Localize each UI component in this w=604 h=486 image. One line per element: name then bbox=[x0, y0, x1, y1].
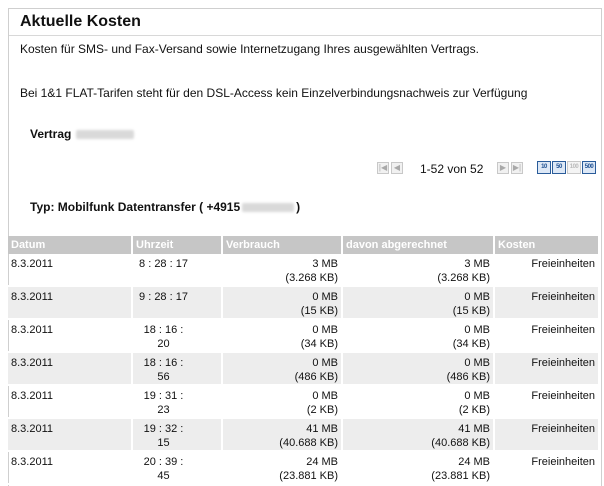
billed-mb: 24 MB bbox=[458, 456, 490, 468]
billed-mb: 0 MB bbox=[464, 291, 490, 303]
cell-usage: 0 MB (2 KB) bbox=[222, 385, 343, 419]
contract-label: Vertrag bbox=[30, 127, 135, 141]
cell-billed: 3 MB (3.268 KB) bbox=[342, 254, 495, 287]
header-verbrauch[interactable]: Verbrauch bbox=[222, 236, 343, 254]
billed-kb: (23.881 KB) bbox=[431, 470, 490, 482]
page-size-50-button[interactable]: 50 bbox=[552, 161, 566, 174]
cell-usage: 3 MB (3.268 KB) bbox=[222, 254, 343, 287]
usage-kb: (34 KB) bbox=[300, 338, 338, 350]
cell-usage: 0 MB (34 KB) bbox=[222, 319, 343, 353]
usage-mb: 0 MB bbox=[312, 357, 338, 369]
cell-cost: Freieinheiten bbox=[494, 254, 598, 287]
billed-kb: (34 KB) bbox=[452, 338, 490, 350]
page-size-500-button[interactable]: 500 bbox=[582, 161, 596, 174]
cell-time: 19 : 31 : 23 bbox=[132, 385, 223, 419]
table-row: 8.3.2011 20 : 39 : 45 24 MB (23.881 KB) 2… bbox=[8, 451, 598, 485]
cell-cost: Freieinheiten bbox=[494, 451, 598, 485]
cell-billed: 41 MB (40.688 KB) bbox=[342, 418, 495, 452]
flat-tariff-note: Bei 1&1 FLAT-Tarifen steht für den DSL-A… bbox=[20, 86, 528, 100]
cell-usage: 41 MB (40.688 KB) bbox=[222, 418, 343, 452]
first-page-icon[interactable]: |◀ bbox=[377, 162, 389, 174]
billed-kb: (3.268 KB) bbox=[437, 272, 490, 284]
header-abgerechnet[interactable]: davon abgerechnet bbox=[342, 236, 495, 254]
title-divider bbox=[9, 35, 601, 36]
usage-kb: (23.881 KB) bbox=[279, 470, 338, 482]
table-row: 8.3.2011 18 : 16 : 20 0 MB (34 KB) 0 MB (3… bbox=[8, 319, 598, 353]
billed-mb: 0 MB bbox=[464, 324, 490, 336]
cell-cost: Freieinheiten bbox=[494, 385, 598, 419]
cell-time: 19 : 32 : 15 bbox=[132, 418, 223, 452]
header-datum[interactable]: Datum bbox=[8, 236, 133, 254]
pager-range: 1-52 von 52 bbox=[420, 162, 484, 176]
cell-time: 8 : 28 : 17 bbox=[132, 254, 223, 287]
usage-kb: (3.268 KB) bbox=[285, 272, 338, 284]
billed-kb: (15 KB) bbox=[452, 305, 490, 317]
usage-mb: 3 MB bbox=[312, 258, 338, 270]
usage-kb: (40.688 KB) bbox=[279, 437, 338, 449]
cell-time: 18 : 16 : 20 bbox=[132, 319, 223, 353]
cell-date: 8.3.2011 bbox=[8, 352, 133, 386]
intro-text: Kosten für SMS- und Fax-Versand sowie In… bbox=[20, 42, 479, 56]
usage-mb: 0 MB bbox=[312, 324, 338, 336]
cell-time: 9 : 28 : 17 bbox=[132, 286, 223, 320]
cell-billed: 0 MB (2 KB) bbox=[342, 385, 495, 419]
next-page-icon[interactable]: ▶ bbox=[497, 162, 509, 174]
contract-label-text: Vertrag bbox=[30, 127, 72, 141]
cell-cost: Freieinheiten bbox=[494, 319, 598, 353]
cell-cost: Freieinheiten bbox=[494, 352, 598, 386]
cell-usage: 0 MB (486 KB) bbox=[222, 352, 343, 386]
usage-kb: (15 KB) bbox=[300, 305, 338, 317]
table-row: 8.3.2011 19 : 31 : 23 0 MB (2 KB) 0 MB (2 … bbox=[8, 385, 598, 419]
cell-usage: 24 MB (23.881 KB) bbox=[222, 451, 343, 485]
cell-cost: Freieinheiten bbox=[494, 286, 598, 320]
usage-table: Datum Uhrzeit Verbrauch davon abgerechne… bbox=[8, 236, 598, 485]
redacted-phone-number bbox=[242, 203, 295, 213]
table-header-row: Datum Uhrzeit Verbrauch davon abgerechne… bbox=[8, 236, 598, 254]
cell-cost: Freieinheiten bbox=[494, 418, 598, 452]
cell-billed: 24 MB (23.881 KB) bbox=[342, 451, 495, 485]
header-kosten[interactable]: Kosten bbox=[494, 236, 598, 254]
cell-date: 8.3.2011 bbox=[8, 286, 133, 320]
cell-usage: 0 MB (15 KB) bbox=[222, 286, 343, 320]
billed-mb: 41 MB bbox=[458, 423, 490, 435]
usage-mb: 24 MB bbox=[306, 456, 338, 468]
connection-type-prefix: Typ: Mobilfunk Datentransfer ( +4915 bbox=[30, 200, 241, 214]
cell-time: 20 : 39 : 45 bbox=[132, 451, 223, 485]
billed-mb: 0 MB bbox=[464, 357, 490, 369]
table-row: 8.3.2011 9 : 28 : 17 0 MB (15 KB) 0 MB (15… bbox=[8, 286, 598, 320]
billed-kb: (486 KB) bbox=[446, 371, 490, 383]
table-row: 8.3.2011 18 : 16 : 56 0 MB (486 KB) 0 MB (… bbox=[8, 352, 598, 386]
last-page-icon[interactable]: ▶| bbox=[511, 162, 523, 174]
header-uhrzeit[interactable]: Uhrzeit bbox=[132, 236, 223, 254]
table-row: 8.3.2011 8 : 28 : 17 3 MB (3.268 KB) 3 MB… bbox=[8, 254, 598, 287]
cell-billed: 0 MB (15 KB) bbox=[342, 286, 495, 320]
cell-billed: 0 MB (486 KB) bbox=[342, 352, 495, 386]
redacted-contract-number bbox=[76, 130, 135, 140]
cell-date: 8.3.2011 bbox=[8, 254, 133, 287]
connection-type-suffix: ) bbox=[296, 200, 301, 214]
prev-page-icon[interactable]: ◀ bbox=[391, 162, 403, 174]
usage-kb: (2 KB) bbox=[306, 404, 338, 416]
usage-mb: 0 MB bbox=[312, 390, 338, 402]
connection-type: Typ: Mobilfunk Datentransfer ( +4915) bbox=[30, 200, 300, 214]
cell-billed: 0 MB (34 KB) bbox=[342, 319, 495, 353]
page-title: Aktuelle Kosten bbox=[20, 13, 141, 30]
usage-kb: (486 KB) bbox=[294, 371, 338, 383]
cell-date: 8.3.2011 bbox=[8, 418, 133, 452]
billed-mb: 0 MB bbox=[464, 390, 490, 402]
billed-kb: (2 KB) bbox=[458, 404, 490, 416]
billed-kb: (40.688 KB) bbox=[431, 437, 490, 449]
cell-date: 8.3.2011 bbox=[8, 385, 133, 419]
billed-mb: 3 MB bbox=[464, 258, 490, 270]
table-row: 8.3.2011 19 : 32 : 15 41 MB (40.688 KB) 4… bbox=[8, 418, 598, 452]
cell-date: 8.3.2011 bbox=[8, 451, 133, 485]
cell-date: 8.3.2011 bbox=[8, 319, 133, 353]
usage-mb: 41 MB bbox=[306, 423, 338, 435]
page-size-10-button[interactable]: 10 bbox=[537, 161, 551, 174]
usage-mb: 0 MB bbox=[312, 291, 338, 303]
page-size-100-button[interactable]: 100 bbox=[567, 161, 581, 174]
cell-time: 18 : 16 : 56 bbox=[132, 352, 223, 386]
